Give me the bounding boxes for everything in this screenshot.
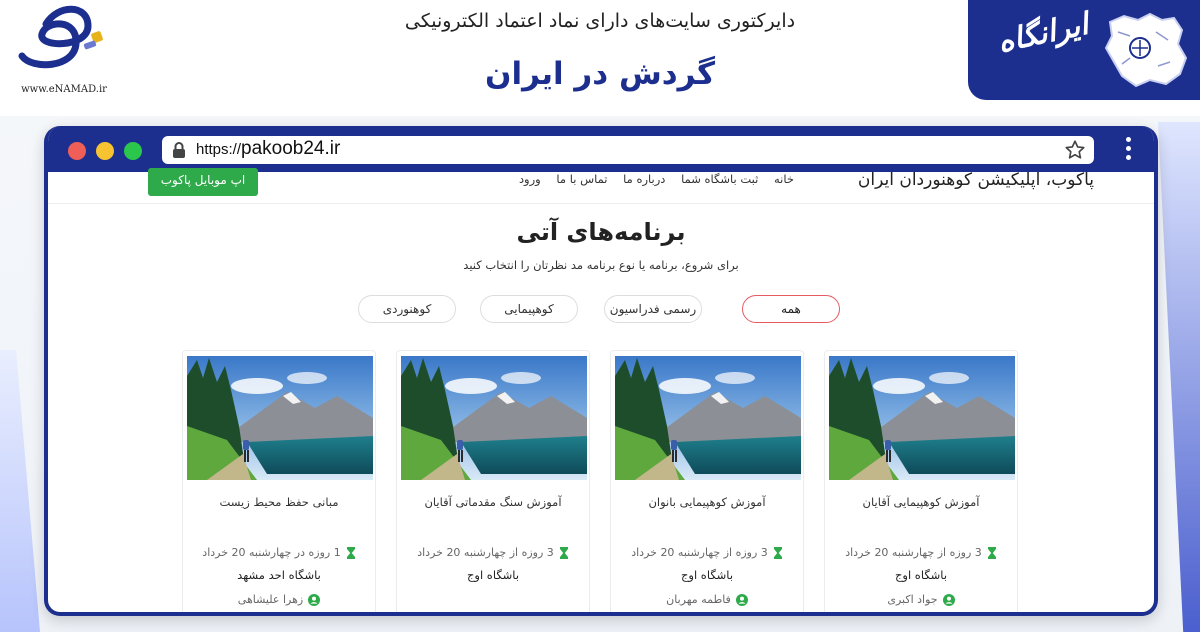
lock-icon <box>173 142 185 158</box>
program-title: آموزش کوهپیمایی بانوان <box>648 495 766 509</box>
program-title: مبانی حفظ محیط زیست <box>219 495 339 509</box>
iran-map-icon <box>1104 12 1188 88</box>
program-card[interactable]: آموزش کوهپیمایی آقایان 3 روزه از چهارشنب… <box>824 350 1018 612</box>
minimize-window-button[interactable] <box>96 142 114 160</box>
site-brand[interactable]: پاکوب، اپلیکیشن کوهنوردان ایران <box>858 170 1094 190</box>
program-schedule: 3 روزه از چهارشنبه 20 خرداد <box>611 546 803 559</box>
user-circle-icon <box>735 594 748 606</box>
program-schedule: 1 روزه در چهارشنبه 20 خرداد <box>183 546 375 559</box>
program-club: باشگاه اوج <box>680 568 734 582</box>
mobile-app-button[interactable]: اپ موبایل پاکوب <box>148 168 258 196</box>
nav-link-register-club[interactable]: ثبت باشگاه شما <box>681 172 758 186</box>
url-domain: pakoob24.ir <box>241 138 341 159</box>
close-window-button[interactable] <box>68 142 86 160</box>
site-title: گردش در ایران <box>485 56 715 92</box>
program-image <box>829 356 1015 480</box>
section-title: برنامه‌های آتی <box>516 218 686 246</box>
program-title: آموزش کوهپیمایی آقایان <box>862 495 980 509</box>
url-protocol: https:// <box>196 141 242 158</box>
program-card[interactable]: آموزش کوهپیمایی بانوان 3 روزه از چهارشنب… <box>610 350 804 612</box>
iran-gah-logo[interactable]: ایرانگاه <box>968 0 1200 100</box>
program-club: باشگاه احد مشهد <box>237 568 321 582</box>
site-navbar: پاکوب، اپلیکیشن کوهنوردان ایران خانه ثبت… <box>48 168 1154 204</box>
right-decoration <box>1158 122 1200 632</box>
page-header: www.eNAMAD.ir دایرکتوری سایت‌های دارای ن… <box>0 0 1200 116</box>
nav-link-contact[interactable]: تماس با ما <box>556 172 607 186</box>
nav-link-home[interactable]: خانه <box>774 172 794 186</box>
program-card[interactable]: آموزش سنگ مقدماتی آقایان 3 روزه از چهارش… <box>396 350 590 612</box>
user-circle-icon <box>942 594 955 606</box>
filter-federation[interactable]: رسمی فدراسیون <box>604 295 702 323</box>
hourglass-icon <box>559 547 568 559</box>
program-image <box>187 356 373 480</box>
hourglass-icon <box>773 547 782 559</box>
logo-text: ایرانگاه <box>994 6 1092 61</box>
program-image <box>615 356 801 480</box>
browser-toolbar: https://pakoob24.ir <box>48 126 1154 172</box>
program-club: باشگاه اوج <box>894 568 948 582</box>
program-leader: جواد اکبری <box>825 593 1017 606</box>
program-card[interactable]: مبانی حفظ محیط زیست 1 روزه در چهارشنبه 2… <box>182 350 376 612</box>
url-text: https://pakoob24.ir <box>196 138 340 160</box>
program-leader: زهرا علیشاهی <box>183 593 375 606</box>
address-bar[interactable]: https://pakoob24.ir <box>162 136 1094 164</box>
enamad-emblem <box>18 5 103 69</box>
program-leader: فاطمه مهربان <box>611 593 803 606</box>
section-subtitle: برای شروع، برنامه یا نوع برنامه مد نظرتا… <box>463 258 739 272</box>
browser-window: https://pakoob24.ir پاکوب، اپلیکیشن کوهن… <box>44 126 1158 616</box>
maximize-window-button[interactable] <box>124 142 142 160</box>
filter-hiking[interactable]: کوهپیمایی <box>480 295 578 323</box>
hourglass-icon <box>987 547 996 559</box>
user-circle-icon <box>308 594 321 606</box>
program-club: باشگاه اوج <box>466 568 520 582</box>
enamad-url: www.eNAMAD.ir <box>21 84 107 95</box>
nav-link-login[interactable]: ورود <box>519 172 541 186</box>
filter-all[interactable]: همه <box>742 295 840 323</box>
program-schedule: 3 روزه از چهارشنبه 20 خرداد <box>825 546 1017 559</box>
left-decoration <box>0 350 40 632</box>
filter-mountaineering[interactable]: کوهنوردی <box>358 295 456 323</box>
star-icon[interactable] <box>1064 139 1086 161</box>
directory-title: دایرکتوری سایت‌های دارای نماد اعتماد الک… <box>404 10 796 32</box>
hourglass-icon <box>346 547 355 559</box>
enamad-logo[interactable]: www.eNAMAD.ir <box>8 4 120 100</box>
program-title: آموزش سنگ مقدماتی آقایان <box>424 495 562 509</box>
kebab-menu-icon[interactable] <box>1126 137 1132 164</box>
program-image <box>401 356 587 480</box>
site-nav-links: خانه ثبت باشگاه شما درباره ما تماس با ما… <box>507 172 794 186</box>
program-schedule: 3 روزه از چهارشنبه 20 خرداد <box>397 546 589 559</box>
nav-link-about[interactable]: درباره ما <box>623 172 665 186</box>
